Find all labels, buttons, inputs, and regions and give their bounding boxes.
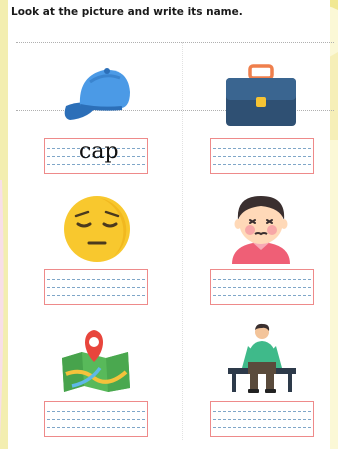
answer-box-4[interactable] [210, 269, 314, 305]
man-on-bench-icon [228, 323, 296, 393]
answer-box-2[interactable] [210, 138, 314, 174]
sad-face-icon [64, 196, 130, 262]
answer-box-3[interactable] [44, 269, 148, 305]
cap-icon [64, 68, 130, 120]
answer-box-5[interactable] [44, 401, 148, 437]
divider-top [16, 42, 334, 43]
answer-box-1[interactable]: cap [44, 138, 148, 174]
boy-icon [232, 196, 290, 264]
instruction-title: Look at the picture and write its name. [11, 6, 243, 18]
briefcase-icon [226, 64, 296, 126]
map-icon [62, 330, 130, 392]
answer-text-1: cap [79, 139, 119, 164]
answer-box-6[interactable] [210, 401, 314, 437]
column-divider [182, 42, 183, 440]
